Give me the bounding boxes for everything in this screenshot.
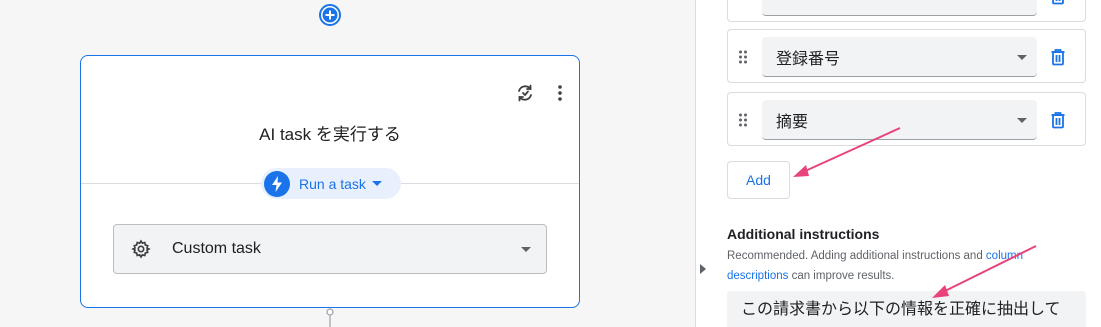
panel-divider xyxy=(695,0,696,327)
column-select-value: 摘要 xyxy=(776,113,809,131)
bolt-icon xyxy=(264,170,290,197)
add-column-button[interactable]: Add xyxy=(727,161,790,199)
column-select[interactable] xyxy=(762,0,1037,16)
chevron-down-icon xyxy=(521,247,531,252)
chevron-down-icon xyxy=(371,181,382,186)
additional-instructions-help: Recommended. Adding additional instructi… xyxy=(727,246,1072,286)
chevron-down-icon xyxy=(1017,55,1027,60)
run-a-task-label: Run a task xyxy=(299,175,366,192)
additional-instructions-input[interactable]: この請求書から以下の情報を正確に抽出して xyxy=(727,291,1086,327)
chevron-down-icon xyxy=(1017,118,1027,123)
column-row: 摘要 xyxy=(727,92,1086,146)
collapse-panel-icon[interactable] xyxy=(700,264,706,274)
refresh-icon[interactable] xyxy=(514,82,536,104)
drag-handle-icon[interactable] xyxy=(738,49,750,65)
column-row: 登録番号 xyxy=(727,29,1086,83)
drag-handle-icon[interactable] xyxy=(738,112,750,128)
task-type-value: Custom task xyxy=(172,240,261,257)
column-select[interactable]: 摘要 xyxy=(762,100,1037,140)
column-select[interactable]: 登録番号 xyxy=(762,37,1037,77)
additional-instructions-heading: Additional instructions xyxy=(727,226,880,242)
help-text: Recommended. Adding additional instructi… xyxy=(727,250,986,262)
gear-icon xyxy=(130,238,152,260)
ai-task-step-card[interactable]: AI task を実行する Run a task Custom task xyxy=(80,55,580,308)
workflow-canvas: AI task を実行する Run a task Custom task xyxy=(0,0,695,327)
column-select-value: 登録番号 xyxy=(776,50,841,68)
task-type-select[interactable]: Custom task xyxy=(113,224,547,274)
column-row xyxy=(727,0,1086,22)
trash-icon[interactable] xyxy=(1050,0,1068,5)
plus-circle-icon[interactable] xyxy=(319,4,341,26)
step-title: AI task を実行する xyxy=(259,125,401,144)
help-text: can improve results. xyxy=(788,270,895,282)
trash-icon[interactable] xyxy=(1050,111,1068,129)
run-a-task-button[interactable]: Run a task xyxy=(261,168,401,199)
trash-icon[interactable] xyxy=(1050,48,1068,66)
more-vert-icon[interactable] xyxy=(549,82,571,104)
step-connector xyxy=(326,307,334,327)
